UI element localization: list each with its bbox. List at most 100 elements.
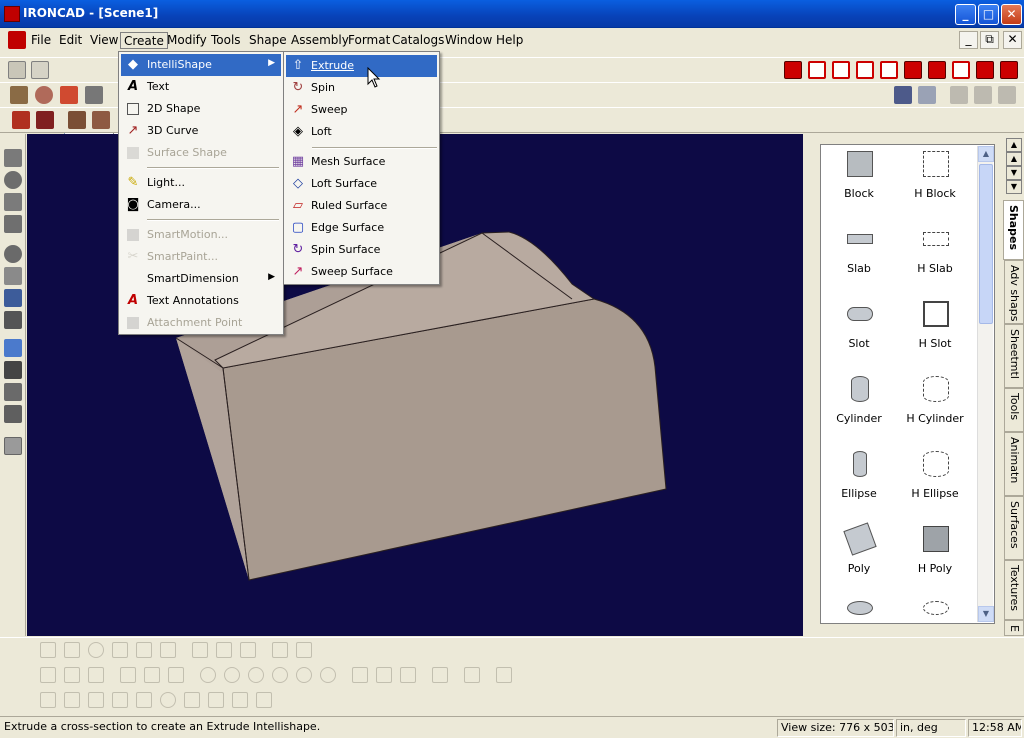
sketch-mirror-icon[interactable] <box>112 642 128 658</box>
sketch-rotate-icon[interactable] <box>88 642 104 658</box>
document-icon[interactable] <box>8 31 26 49</box>
sketch-perp-line-icon[interactable] <box>88 667 104 683</box>
sketch-pattern-icon[interactable] <box>160 642 176 658</box>
sketch-circle-icon[interactable] <box>200 667 216 683</box>
menu-item-spin-surface[interactable]: ↻ Spin Surface <box>286 239 437 261</box>
menu-shape[interactable]: Shape <box>246 32 290 49</box>
menu-help[interactable]: Help <box>493 32 526 49</box>
title-bar[interactable]: IRONCAD - [Scene1] _ □ ✕ <box>0 0 1024 28</box>
eyedropper-icon[interactable] <box>894 86 912 104</box>
sketch-equal-icon[interactable] <box>184 692 200 708</box>
scroll-up-icon[interactable]: ▲ <box>978 146 994 162</box>
sketch-bspline-icon[interactable] <box>432 667 448 683</box>
view-cube-dimetric-icon[interactable] <box>952 61 970 79</box>
view-cube-left-icon[interactable] <box>880 61 898 79</box>
menu-modify[interactable]: Modify <box>164 32 210 49</box>
sketch-constraint-icon[interactable] <box>64 692 80 708</box>
view-cube-bottom-icon[interactable] <box>856 61 874 79</box>
loft-tool-icon[interactable] <box>85 86 103 104</box>
sketch-trim-icon[interactable] <box>216 642 232 658</box>
walk-icon[interactable] <box>4 215 22 233</box>
texture-wizard-icon[interactable] <box>974 86 992 104</box>
zoom-box-icon[interactable] <box>4 267 22 285</box>
menu-item-2d-shape[interactable]: 2D Shape <box>121 98 281 120</box>
menu-window[interactable]: Window <box>442 32 495 49</box>
catalog-item-partial-2[interactable] <box>897 595 973 623</box>
menu-create[interactable]: Create <box>120 32 168 49</box>
smart-paint-icon[interactable] <box>950 86 968 104</box>
zoom-icon[interactable] <box>4 245 22 263</box>
select-arrow-icon[interactable] <box>8 61 26 79</box>
view-cube-right-icon[interactable] <box>904 61 922 79</box>
menu-item-smartpaint[interactable]: ✂ SmartPaint... <box>121 246 281 268</box>
blend-icon[interactable] <box>12 111 30 129</box>
menu-tools[interactable]: Tools <box>208 32 244 49</box>
sketch-circle-edge-icon[interactable] <box>272 667 288 683</box>
tab-scroll-bottom-icon[interactable]: ▼ <box>1006 180 1022 194</box>
camera-view-icon[interactable] <box>4 361 22 379</box>
sketch-rectangle-icon[interactable] <box>168 667 184 683</box>
menu-item-smartdimension[interactable]: SmartDimension ▶ <box>121 268 281 290</box>
look-at-icon[interactable] <box>4 339 22 357</box>
maximize-button[interactable]: □ <box>978 4 999 25</box>
mdi-minimize-button[interactable]: _ <box>959 31 978 49</box>
chamfer-icon[interactable] <box>36 111 54 129</box>
menu-item-light[interactable]: ✎ Light... <box>121 172 281 194</box>
view-cube-front-icon[interactable] <box>784 61 802 79</box>
tab-e[interactable]: E <box>1004 620 1024 636</box>
menu-item-text-annotations[interactable]: A Text Annotations <box>121 290 281 312</box>
tab-shapes[interactable]: Shapes <box>1003 200 1024 260</box>
move-icon[interactable] <box>4 149 22 167</box>
tab-adv-shapes[interactable]: Adv shaps <box>1004 260 1024 324</box>
shell-icon[interactable] <box>68 111 86 129</box>
perspective-icon[interactable] <box>4 383 22 401</box>
scroll-down-icon[interactable]: ▼ <box>978 606 994 622</box>
catalog-item-h-poly[interactable]: H Poly <box>897 520 973 590</box>
menu-item-3d-curve[interactable]: ↗ 3D Curve <box>121 120 281 142</box>
menu-item-camera[interactable]: ◙ Camera... <box>121 194 281 216</box>
catalog-item-slab[interactable]: Slab <box>821 220 897 290</box>
decal-icon[interactable] <box>998 86 1016 104</box>
sketch-delete-icon[interactable] <box>192 642 208 658</box>
mdi-close-button[interactable]: ✕ <box>1003 31 1022 49</box>
view-cube-top-icon[interactable] <box>832 61 850 79</box>
sketch-circle-center-icon[interactable] <box>296 667 312 683</box>
sketch-grid-icon[interactable] <box>64 642 80 658</box>
menu-format[interactable]: Format <box>345 32 393 49</box>
zoom-fit-icon[interactable] <box>4 289 22 307</box>
extrude-tool-icon[interactable] <box>10 86 28 104</box>
close-button[interactable]: ✕ <box>1001 4 1022 25</box>
sketch-ellipse-icon[interactable] <box>320 667 336 683</box>
sketch-fit-icon[interactable] <box>496 667 512 683</box>
tab-surfaces[interactable]: Surfaces <box>1004 496 1024 560</box>
sweep-tool-icon[interactable] <box>60 86 78 104</box>
catalog-item-ellipse[interactable]: Ellipse <box>821 445 897 515</box>
paint-dropper-icon[interactable] <box>918 86 936 104</box>
tab-sheetmetal[interactable]: Sheetmtl <box>1004 324 1024 388</box>
select-part-icon[interactable] <box>31 61 49 79</box>
menu-item-smartmotion[interactable]: SmartMotion... <box>121 224 281 246</box>
tab-scroll-top-icon[interactable]: ▲ <box>1006 138 1022 152</box>
catalog-item-partial-1[interactable] <box>821 595 897 623</box>
tab-scroll-up-icon[interactable]: ▲ <box>1006 152 1022 166</box>
tab-scroll-down-icon[interactable]: ▼ <box>1006 166 1022 180</box>
catalog-item-h-slot[interactable]: H Slot <box>897 295 973 365</box>
view-cube-back-icon[interactable] <box>808 61 826 79</box>
sketch-slope-icon[interactable] <box>256 692 272 708</box>
sketch-circle-3pt-icon[interactable] <box>224 667 240 683</box>
sketch-chamfer-icon[interactable] <box>296 642 312 658</box>
catalog-item-block[interactable]: Block <box>821 145 897 215</box>
menu-catalogs[interactable]: Catalogs <box>389 32 447 49</box>
menu-item-sweep[interactable]: ↗ Sweep <box>286 99 437 121</box>
catalog-item-h-block[interactable]: H Block <box>897 145 973 215</box>
catalog-item-h-cylinder[interactable]: H Cylinder <box>897 370 973 440</box>
sketch-arc-tangent-icon[interactable] <box>376 667 392 683</box>
menu-item-surface-shape[interactable]: Surface Shape <box>121 142 281 164</box>
menu-item-edge-surface[interactable]: ▢ Edge Surface <box>286 217 437 239</box>
sketch-parallel-icon[interactable] <box>88 692 104 708</box>
menu-item-mesh-surface[interactable]: ▦ Mesh Surface <box>286 151 437 173</box>
menu-item-ruled-surface[interactable]: ▱ Ruled Surface <box>286 195 437 217</box>
catalog-list[interactable]: Block H Block Slab H Slab Slot H Slot Cy… <box>820 144 995 624</box>
menu-item-extrude[interactable]: ⇧ Extrude <box>286 55 437 77</box>
sketch-circle-tangent-icon[interactable] <box>248 667 264 683</box>
